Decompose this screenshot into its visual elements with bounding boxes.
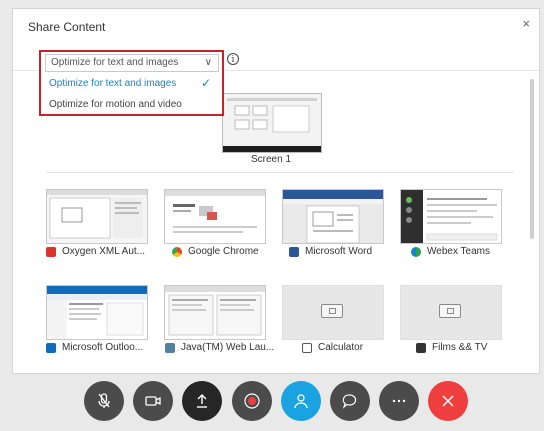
calculator-icon	[302, 342, 312, 353]
app-label-text: Microsoft Word	[305, 246, 373, 257]
app-label-microsoft-outlook: Microsoft Outloo...	[46, 342, 143, 353]
microsoft-outlook-thumbnail[interactable]	[46, 285, 148, 340]
participants-icon	[294, 394, 308, 409]
app-label-google-chrome: Google Chrome	[172, 246, 259, 257]
participants-button[interactable]	[281, 381, 321, 421]
app-label-text: Java(TM) Web Lau...	[181, 342, 275, 353]
word-icon	[289, 246, 299, 257]
mute-button[interactable]	[84, 381, 124, 421]
screen-1-thumbnail[interactable]	[222, 93, 322, 153]
checkmark-icon: ✓	[201, 76, 212, 90]
microsoft-word-preview-image	[283, 190, 383, 243]
app-label-java-web-launcher: Java(TM) Web Lau...	[165, 342, 274, 353]
app-label-text: Google Chrome	[188, 246, 259, 257]
java-web-launcher-thumbnail[interactable]	[164, 285, 266, 340]
app-label-webex-teams: Webex Teams	[411, 246, 490, 257]
webex-teams-thumbnail[interactable]	[400, 189, 502, 244]
films-tv-thumbnail[interactable]	[400, 285, 502, 340]
scrollbar-thumb[interactable]	[530, 79, 534, 239]
optimize-selected-value: Optimize for text and images	[51, 57, 179, 68]
oxygen-xml-preview-image	[47, 190, 147, 243]
screen-1-label: Screen 1	[250, 154, 292, 165]
app-label-text: Oxygen XML Aut...	[62, 246, 146, 257]
share-button[interactable]	[182, 381, 222, 421]
chevron-down-icon: ∨	[204, 57, 212, 68]
app-label-films-tv: Films && TV	[416, 342, 487, 353]
share-upload-icon	[197, 394, 207, 408]
app-label-oxygen-xml: Oxygen XML Aut...	[46, 246, 145, 257]
option-text-and-images[interactable]: Optimize for text and images	[49, 78, 176, 89]
record-icon	[244, 393, 260, 409]
dialog-title: Share Content	[28, 20, 106, 34]
window-placeholder-icon	[321, 304, 343, 318]
oxygen-xml-thumbnail[interactable]	[46, 189, 148, 244]
webex-teams-preview-image	[401, 190, 501, 243]
chat-bubble-icon	[342, 394, 357, 409]
optimize-select[interactable]: Optimize for text and images ∨	[45, 54, 219, 72]
section-divider	[46, 172, 514, 173]
oxygen-xml-icon	[46, 246, 56, 257]
app-label-text: Microsoft Outloo...	[62, 342, 144, 353]
more-options-button[interactable]	[379, 381, 419, 421]
java-web-launcher-preview-image	[165, 286, 265, 339]
chrome-icon	[172, 246, 182, 257]
app-label-text: Webex Teams	[427, 246, 490, 257]
video-button[interactable]	[133, 381, 173, 421]
microsoft-word-thumbnail[interactable]	[282, 189, 384, 244]
chat-button[interactable]	[330, 381, 370, 421]
video-camera-icon	[145, 396, 161, 406]
films-tv-icon	[416, 342, 426, 353]
app-label-text: Films && TV	[432, 342, 488, 353]
option-motion-and-video[interactable]: Optimize for motion and video	[49, 99, 182, 110]
google-chrome-preview-image	[165, 190, 265, 243]
app-label-text: Calculator	[318, 342, 364, 353]
optimize-dropdown-panel: Optimize for text and images ∨ Optimize …	[39, 50, 224, 116]
more-options-icon	[392, 399, 406, 403]
microsoft-outlook-preview-image	[47, 286, 147, 339]
java-icon	[165, 342, 175, 353]
webex-teams-icon	[411, 246, 421, 257]
leave-meeting-button[interactable]	[428, 381, 468, 421]
window-placeholder-icon	[439, 304, 461, 318]
app-label-microsoft-word: Microsoft Word	[289, 246, 372, 257]
info-icon[interactable]: i	[227, 53, 239, 65]
app-label-calculator: Calculator	[302, 342, 363, 353]
leave-meeting-icon	[442, 395, 454, 407]
share-content-dialog: Share Content × Screen 1 Oxygen XML Aut.…	[12, 8, 540, 374]
microphone-muted-icon	[98, 393, 110, 408]
screen-1-preview-image	[223, 94, 321, 152]
outlook-icon	[46, 342, 56, 353]
close-icon[interactable]: ×	[522, 17, 530, 30]
google-chrome-thumbnail[interactable]	[164, 189, 266, 244]
calculator-thumbnail[interactable]	[282, 285, 384, 340]
record-button[interactable]	[232, 381, 272, 421]
